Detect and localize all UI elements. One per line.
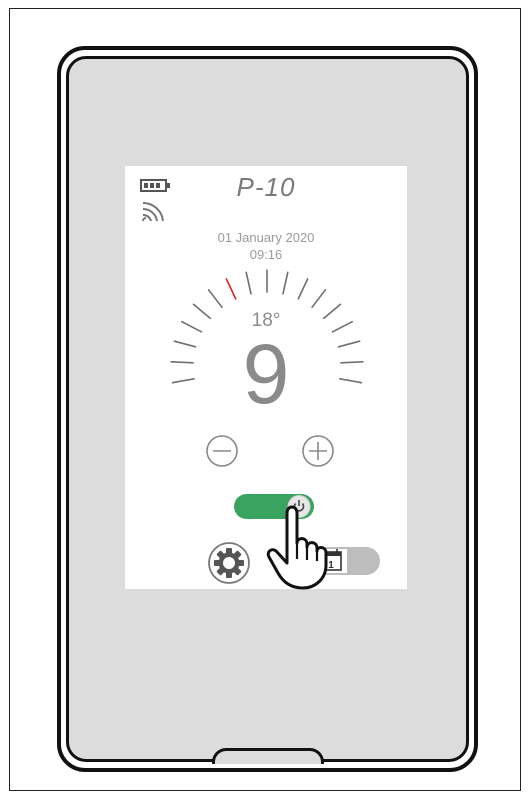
thermostat-screen: P-10 01 January 2020 09:16 18° 9 1 <box>125 166 407 590</box>
dial-setpoint-marker <box>225 278 237 300</box>
current-temperature: 9 <box>242 327 290 421</box>
dial-tick <box>297 278 309 300</box>
device-bottom-tab <box>212 748 324 764</box>
dial-tick <box>311 289 327 309</box>
gear-icon[interactable] <box>207 541 251 585</box>
increase-temperature-button[interactable] <box>301 434 335 468</box>
hand-pointer-icon <box>266 505 328 590</box>
dial-tick <box>282 271 289 295</box>
dial-tick <box>207 289 223 309</box>
decrease-temperature-button[interactable] <box>205 434 239 468</box>
dial-tick <box>245 271 252 295</box>
